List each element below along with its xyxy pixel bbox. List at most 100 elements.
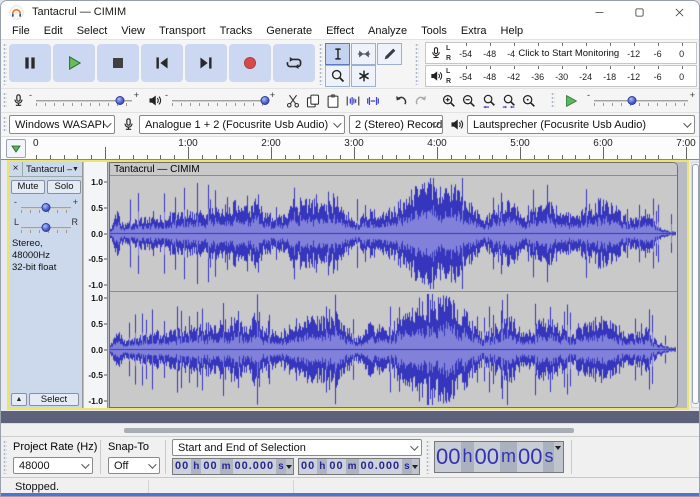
mute-button[interactable]: Mute	[11, 180, 45, 194]
menu-item-select[interactable]: Select	[70, 23, 115, 40]
record-volume-slider[interactable]: - +	[29, 91, 139, 111]
zoom-out-button[interactable]	[459, 91, 479, 111]
playback-device-select[interactable]: Lautsprecher (Focusrite Usb Audio)	[467, 115, 695, 134]
track-gain-slider[interactable]: - +	[14, 198, 78, 218]
recording-meter[interactable]: LR -54-48-42-36-30-24-18-12-60Click to S…	[425, 42, 697, 64]
loop-button[interactable]	[273, 44, 315, 82]
menu-item-file[interactable]: File	[5, 23, 37, 40]
horizontal-scrollbar-thumb[interactable]	[124, 428, 574, 433]
time-digits[interactable]: 00	[435, 442, 461, 472]
menu-item-extra[interactable]: Extra	[454, 23, 494, 40]
time-field-dropdown[interactable]	[554, 442, 562, 472]
play-at-speed-grabber[interactable]	[551, 92, 555, 109]
track-close-button[interactable]: ×	[9, 162, 23, 176]
time-digits[interactable]: 00	[474, 442, 500, 472]
menu-item-effect[interactable]: Effect	[319, 23, 361, 40]
menu-item-transport[interactable]: Transport	[152, 23, 213, 40]
audio-host-select[interactable]: Windows WASAPI	[9, 115, 115, 134]
time-field-dropdown[interactable]	[286, 459, 293, 474]
horizontal-scrollbar[interactable]	[1, 423, 699, 436]
slider-thumb[interactable]	[261, 96, 270, 105]
playback-volume-slider[interactable]: - +	[165, 91, 275, 111]
cut-button[interactable]	[283, 91, 303, 111]
snap-to-select[interactable]: Off	[108, 457, 160, 474]
fit-selection-button[interactable]	[479, 91, 499, 111]
track-collapse-button[interactable]: ▲	[11, 393, 27, 406]
title-bar[interactable]: Tantacrul — CIMIM	[1, 1, 699, 23]
track-control-panel[interactable]: × Tantacrul — ▼ Mute Solo - + L R	[9, 162, 83, 408]
menu-item-view[interactable]: View	[114, 23, 152, 40]
zoom-in-button[interactable]	[439, 91, 459, 111]
draw-tool-button[interactable]	[377, 43, 402, 65]
meter-grabber[interactable]	[415, 43, 419, 85]
minimize-button[interactable]	[579, 1, 619, 23]
track-menu-dropdown[interactable]: ▼	[72, 162, 82, 176]
selection-end-field[interactable]: 00h00m00.000s	[298, 458, 420, 475]
menu-item-tracks[interactable]: Tracks	[213, 23, 260, 40]
time-digits[interactable]: 00	[201, 459, 219, 474]
time-digits[interactable]: 00	[299, 459, 317, 474]
waveform-channel-1[interactable]	[110, 176, 676, 291]
slider-thumb[interactable]	[116, 96, 125, 105]
project-rate-select[interactable]: 48000	[13, 457, 93, 474]
mixer-grabber[interactable]	[3, 92, 7, 109]
menu-item-help[interactable]: Help	[494, 23, 531, 40]
close-button[interactable]	[659, 1, 699, 23]
playback-meter[interactable]: LR -54-48-42-36-30-24-18-12-60	[425, 65, 697, 87]
play-at-speed-button[interactable]	[561, 91, 581, 111]
stop-button[interactable]	[97, 44, 139, 82]
clip-title-bar[interactable]: Tantacrul — CIMIM	[110, 163, 677, 176]
menu-item-tools[interactable]: Tools	[414, 23, 454, 40]
time-digits[interactable]: 00	[517, 442, 543, 472]
audio-clip[interactable]: Tantacrul — CIMIM	[109, 162, 678, 408]
zoom-tool-button[interactable]	[325, 65, 350, 87]
track-select-button[interactable]: Select	[29, 393, 79, 406]
paste-button[interactable]	[323, 91, 343, 111]
zoom-toggle-button[interactable]	[519, 91, 539, 111]
silence-audio-button[interactable]	[363, 91, 383, 111]
recording-channels-select[interactable]: 2 (Stereo) Recording Channels	[349, 115, 443, 134]
slider-thumb[interactable]	[42, 223, 51, 232]
slider-thumb[interactable]	[42, 203, 51, 212]
device-grabber[interactable]	[3, 116, 7, 133]
transport-grabber[interactable]	[3, 43, 7, 85]
selection-start-field[interactable]: 00h00m00.000s	[172, 458, 294, 475]
skip-to-end-button[interactable]	[185, 44, 227, 82]
selection-tool-button[interactable]	[325, 43, 350, 65]
recording-device-select[interactable]: Analogue 1 + 2 (Focusrite Usb Audio)	[139, 115, 345, 134]
time-digits[interactable]: 00	[173, 459, 191, 474]
fit-project-button[interactable]	[499, 91, 519, 111]
tools-grabber[interactable]	[319, 43, 323, 85]
pinned-play-head-button[interactable]	[6, 139, 26, 158]
vertical-scrollbar-thumb[interactable]	[692, 164, 699, 404]
trim-audio-button[interactable]	[343, 91, 363, 111]
pause-button[interactable]	[9, 44, 51, 82]
play-button[interactable]	[53, 44, 95, 82]
time-grabber[interactable]	[426, 440, 430, 474]
vertical-ruler[interactable]: 1.00.50.0-0.5-1.0 1.00.50.0-0.5-1.0	[84, 162, 108, 408]
undo-button[interactable]	[391, 91, 411, 111]
track-pan-slider[interactable]: L R	[14, 218, 78, 238]
vertical-scrollbar[interactable]	[691, 162, 700, 408]
play-speed-slider[interactable]: - +	[587, 91, 695, 111]
timeline-scale[interactable]: 01:002:003:004:005:006:007:00	[28, 137, 698, 159]
selection-mode-select[interactable]: Start and End of Selection	[172, 439, 422, 456]
waveform-channel-2[interactable]	[110, 292, 676, 407]
slider-thumb[interactable]	[627, 96, 636, 105]
redo-button[interactable]	[411, 91, 431, 111]
time-digits[interactable]: 00	[327, 459, 345, 474]
time-digits[interactable]: 00.000	[233, 459, 277, 474]
skip-to-start-button[interactable]	[141, 44, 183, 82]
track-name[interactable]: Tantacrul —	[23, 162, 72, 176]
menu-item-generate[interactable]: Generate	[259, 23, 319, 40]
record-button[interactable]	[229, 44, 271, 82]
multi-tool-button[interactable]	[351, 65, 376, 87]
envelope-tool-button[interactable]	[351, 43, 376, 65]
maximize-button[interactable]	[619, 1, 659, 23]
menu-item-edit[interactable]: Edit	[37, 23, 70, 40]
time-digits[interactable]: 00.000	[359, 459, 403, 474]
time-field-dropdown[interactable]	[412, 459, 419, 474]
timeline-ruler[interactable]: 01:002:003:004:005:006:007:00	[1, 136, 699, 160]
selection-grabber[interactable]	[3, 440, 7, 474]
monitoring-hint-text[interactable]: Click to Start Monitoring	[515, 48, 622, 59]
